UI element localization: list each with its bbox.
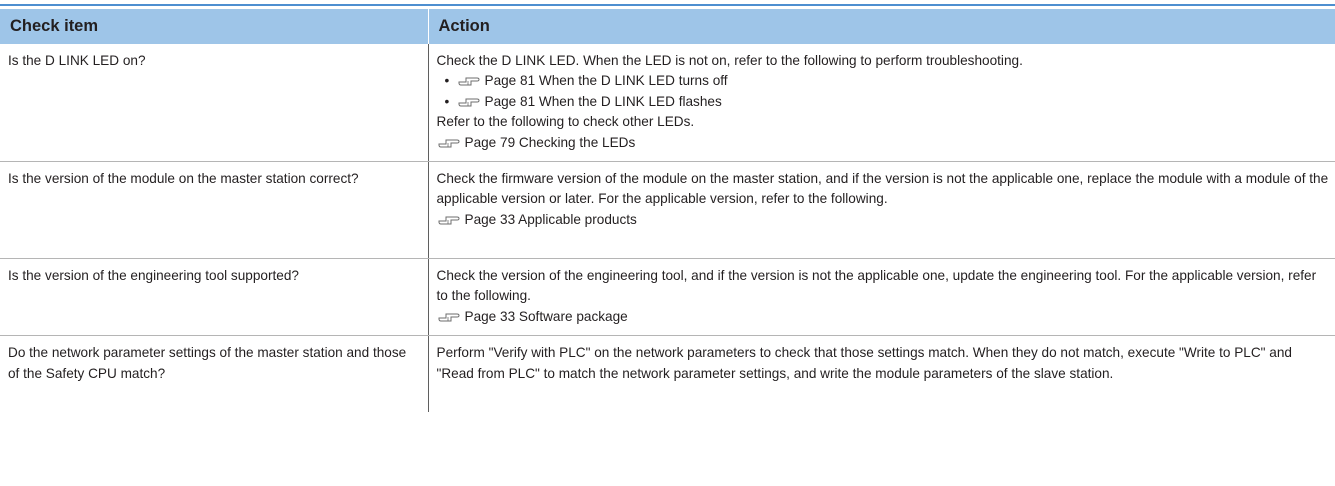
- action-text: Check the D LINK LED. When the LED is no…: [436, 53, 1023, 68]
- table-row: Is the D LINK LED on? Check the D LINK L…: [0, 44, 1335, 163]
- reference-icon: [437, 310, 461, 323]
- action-cell: Perform "Verify with PLC" on the network…: [427, 335, 1335, 413]
- action-text: Perform "Verify with PLC" on the network…: [436, 345, 1292, 381]
- check-item-cell: Is the D LINK LED on?: [0, 44, 428, 163]
- reference-link[interactable]: Page 79 Checking the LEDs: [465, 135, 636, 150]
- check-item-cell: Is the version of the engineering tool s…: [0, 258, 428, 337]
- check-item-cell: Do the network parameter settings of the…: [8, 345, 407, 381]
- reference-icon: [457, 74, 481, 87]
- reference-line: Page 33 Applicable products: [437, 210, 1330, 230]
- header-check-item: Check item: [0, 9, 428, 44]
- table-row: Is the version of the module on the mast…: [0, 161, 1335, 260]
- top-rule: [0, 4, 1335, 6]
- reference-icon: [457, 95, 481, 108]
- reference-link[interactable]: Page 33 Applicable products: [465, 212, 637, 227]
- header-action: Action: [427, 9, 1335, 44]
- reference-icon: [437, 213, 461, 226]
- table-row: Do the network parameter settings of the…: [0, 335, 1335, 413]
- reference-line: Page 33 Software package: [437, 307, 1330, 327]
- action-text: Refer to the following to check other LE…: [436, 114, 695, 130]
- bullet-icon: •: [444, 73, 450, 89]
- table-header-row: Check item Action: [0, 9, 1335, 44]
- reference-icon: [437, 136, 461, 149]
- check-item-cell: Is the version of the module on the mast…: [0, 161, 428, 260]
- bullet-icon: •: [444, 93, 450, 109]
- reference-line: Page 79 Checking the LEDs: [437, 133, 1330, 153]
- bullet-item: • Page 81 When the D LINK LED flashes: [437, 92, 1330, 112]
- action-text: Check the firmware version of the module…: [436, 171, 1329, 207]
- action-cell: Check the firmware version of the module…: [427, 161, 1335, 260]
- table-row: Is the version of the engineering tool s…: [0, 258, 1335, 337]
- bullet-item: • Page 81 When the D LINK LED turns off: [437, 71, 1330, 91]
- troubleshooting-table: Check item Action Is the D LINK LED on? …: [0, 9, 1335, 413]
- action-cell: Check the D LINK LED. When the LED is no…: [427, 44, 1335, 163]
- reference-link[interactable]: Page 33 Software package: [465, 309, 628, 324]
- reference-link[interactable]: Page 81 When the D LINK LED flashes: [485, 94, 722, 109]
- action-text: Check the version of the engineering too…: [436, 268, 1317, 304]
- reference-link[interactable]: Page 81 When the D LINK LED turns off: [485, 73, 728, 88]
- action-cell: Check the version of the engineering too…: [427, 258, 1335, 337]
